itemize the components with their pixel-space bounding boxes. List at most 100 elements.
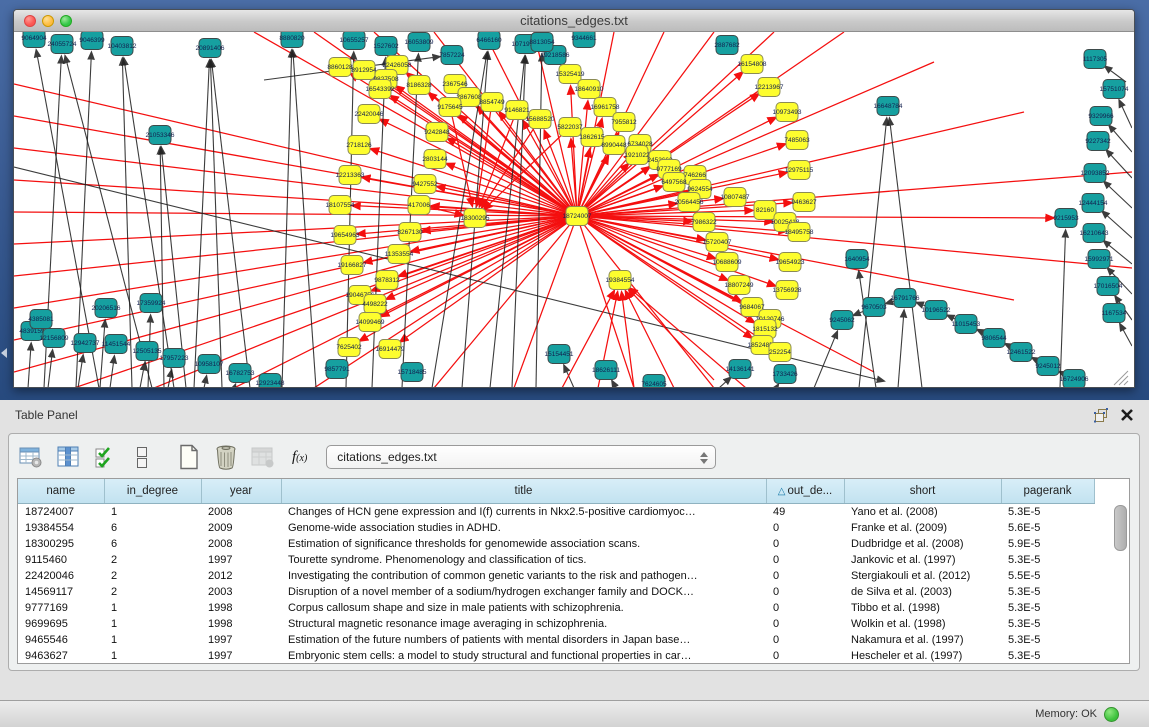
table-panel-header[interactable]: Table Panel (0, 400, 1149, 430)
scrollbar-thumb[interactable] (1114, 505, 1127, 551)
table-cell[interactable]: 5.5E-5 (1001, 568, 1094, 584)
column-header-year[interactable]: year (201, 479, 281, 504)
graph-edge[interactable] (110, 356, 114, 387)
graph-edge[interactable] (194, 60, 209, 387)
window-titlebar[interactable]: citations_edges.txt (14, 10, 1134, 32)
table-cell[interactable]: 1998 (201, 616, 281, 632)
table-cell[interactable]: 2003 (201, 584, 281, 600)
graph-edge[interactable] (293, 50, 316, 387)
table-cell[interactable]: 49 (766, 504, 844, 521)
table-row[interactable]: 1456911722003Disruption of a novel membe… (18, 584, 1094, 600)
graph-edge[interactable] (140, 363, 145, 387)
table-cell[interactable]: Stergiakouli et al. (2012) (844, 568, 1001, 584)
table-cell[interactable]: 9115460 (18, 552, 104, 568)
table-row[interactable]: 1872400712008Changes of HCN gene express… (18, 504, 1094, 521)
table-cell[interactable]: 1 (104, 504, 201, 521)
graph-edge[interactable] (402, 54, 418, 387)
table-cell[interactable]: Wolkin et al. (1998) (844, 616, 1001, 632)
graph-edge[interactable] (14, 216, 577, 276)
graph-edge[interactable] (346, 52, 354, 387)
column-header-short[interactable]: short (844, 479, 1001, 504)
table-cell[interactable]: 5.3E-5 (1001, 552, 1094, 568)
table-cell[interactable]: Jankovic et al. (1997) (844, 552, 1001, 568)
network-view-window[interactable]: citations_edges.txt 90649042405572490463… (13, 9, 1135, 388)
table-cell[interactable]: 2008 (201, 504, 281, 521)
column-header-in_degree[interactable]: in_degree (104, 479, 201, 504)
table-cell[interactable]: 6 (104, 520, 201, 536)
table-cell[interactable]: 2 (104, 584, 201, 600)
table-cell[interactable]: Estimation of significance thresholds fo… (281, 536, 766, 552)
table-cell[interactable]: 18724007 (18, 504, 104, 521)
table-cell[interactable]: Tourette syndrome. Phenomenology and cla… (281, 552, 766, 568)
table-row[interactable]: 977716911998Corpus callosum shape and si… (18, 600, 1094, 616)
table-settings-icon[interactable] (17, 443, 45, 471)
table-cell[interactable]: 5.6E-5 (1001, 520, 1094, 536)
graph-edge[interactable] (889, 118, 922, 387)
new-document-icon[interactable] (175, 443, 203, 471)
panel-collapse-arrow-icon[interactable] (1, 348, 7, 358)
graph-edge[interactable] (1104, 181, 1132, 208)
table-cell[interactable]: 0 (766, 536, 844, 552)
table-cell[interactable]: 5.3E-5 (1001, 600, 1094, 616)
table-cell[interactable]: 9465546 (18, 632, 104, 648)
table-cell[interactable]: Embryonic stem cells: a model to study s… (281, 648, 766, 664)
table-cell[interactable]: 0 (766, 632, 844, 648)
graph-edge[interactable] (1060, 230, 1066, 387)
graph-edge[interactable] (814, 331, 837, 387)
table-cell[interactable]: Investigating the contribution of common… (281, 568, 766, 584)
table-cell[interactable]: 1998 (201, 600, 281, 616)
table-cell[interactable]: Dudbridge et al. (2008) (844, 536, 1001, 552)
vertical-scrollbar[interactable] (1113, 505, 1126, 660)
table-cell[interactable]: 5.3E-5 (1001, 584, 1094, 600)
table-cell[interactable]: 0 (766, 584, 844, 600)
table-cell[interactable]: 1 (104, 632, 201, 648)
graph-edge[interactable] (612, 380, 616, 387)
graph-edge[interactable] (234, 384, 236, 387)
graph-edge[interactable] (577, 172, 1132, 216)
table-cell[interactable]: 22420046 (18, 568, 104, 584)
table-cell[interactable]: Structural magnetic resonance image aver… (281, 616, 766, 632)
graph-edge[interactable] (1109, 125, 1132, 152)
table-cell[interactable]: Nakamura et al. (1997) (844, 632, 1001, 648)
table-cell[interactable]: Estimation of the future numbers of pati… (281, 632, 766, 648)
table-select-dropdown[interactable]: citations_edges.txt (326, 445, 716, 469)
table-cell[interactable]: 1 (104, 616, 201, 632)
memory-ok-indicator-icon[interactable] (1104, 707, 1119, 722)
table-cell[interactable]: Genome-wide association studies in ADHD. (281, 520, 766, 536)
column-header-title[interactable]: title (281, 479, 766, 504)
select-rows-icon[interactable] (91, 443, 119, 471)
float-panel-icon[interactable] (1093, 407, 1109, 423)
close-panel-icon[interactable] (1119, 407, 1135, 423)
graph-edge[interactable] (1120, 324, 1132, 346)
table-row[interactable]: 1830029562008Estimation of significance … (18, 536, 1094, 552)
network-canvas[interactable]: 9064904240557249046399104038122089140688… (14, 32, 1132, 387)
table-cell[interactable]: 6 (104, 536, 201, 552)
graph-edge[interactable] (204, 376, 207, 387)
table-cell[interactable]: 19384554 (18, 520, 104, 536)
table-cell[interactable]: 0 (766, 568, 844, 584)
table-cell[interactable]: de Silva et al. (2003) (844, 584, 1001, 600)
table-row[interactable]: 946362711997Embryonic stem cells: a mode… (18, 648, 1094, 664)
merge-cells-icon[interactable] (128, 443, 156, 471)
column-header-pagerank[interactable]: pagerank (1001, 479, 1094, 504)
table-cell[interactable]: Hescheler et al. (1997) (844, 648, 1001, 664)
graph-edge[interactable] (1119, 100, 1132, 128)
table-cell[interactable]: 0 (766, 552, 844, 568)
column-header-name[interactable]: name (18, 479, 104, 504)
function-builder-icon[interactable]: f(x) (292, 449, 307, 466)
graph-edge[interactable] (100, 320, 105, 387)
table-cell[interactable]: 2009 (201, 520, 281, 536)
table-cell[interactable]: Yano et al. (2008) (844, 504, 1001, 521)
table-cell[interactable]: 2 (104, 552, 201, 568)
table-cell[interactable]: 2012 (201, 568, 281, 584)
table-cell[interactable]: 5.3E-5 (1001, 648, 1094, 664)
table-cell[interactable]: 9699695 (18, 616, 104, 632)
table-cell[interactable]: Corpus callosum shape and size in male p… (281, 600, 766, 616)
table-cell[interactable]: 5.9E-5 (1001, 536, 1094, 552)
table-cell[interactable]: Disruption of a novel member of a sodium… (281, 584, 766, 600)
table-cell[interactable]: 1997 (201, 632, 281, 648)
table-cell[interactable]: 0 (766, 600, 844, 616)
table-cell[interactable]: Changes of HCN gene expression and I(f) … (281, 504, 766, 521)
graph-edge[interactable] (776, 384, 779, 387)
table-cell[interactable]: 0 (766, 520, 844, 536)
